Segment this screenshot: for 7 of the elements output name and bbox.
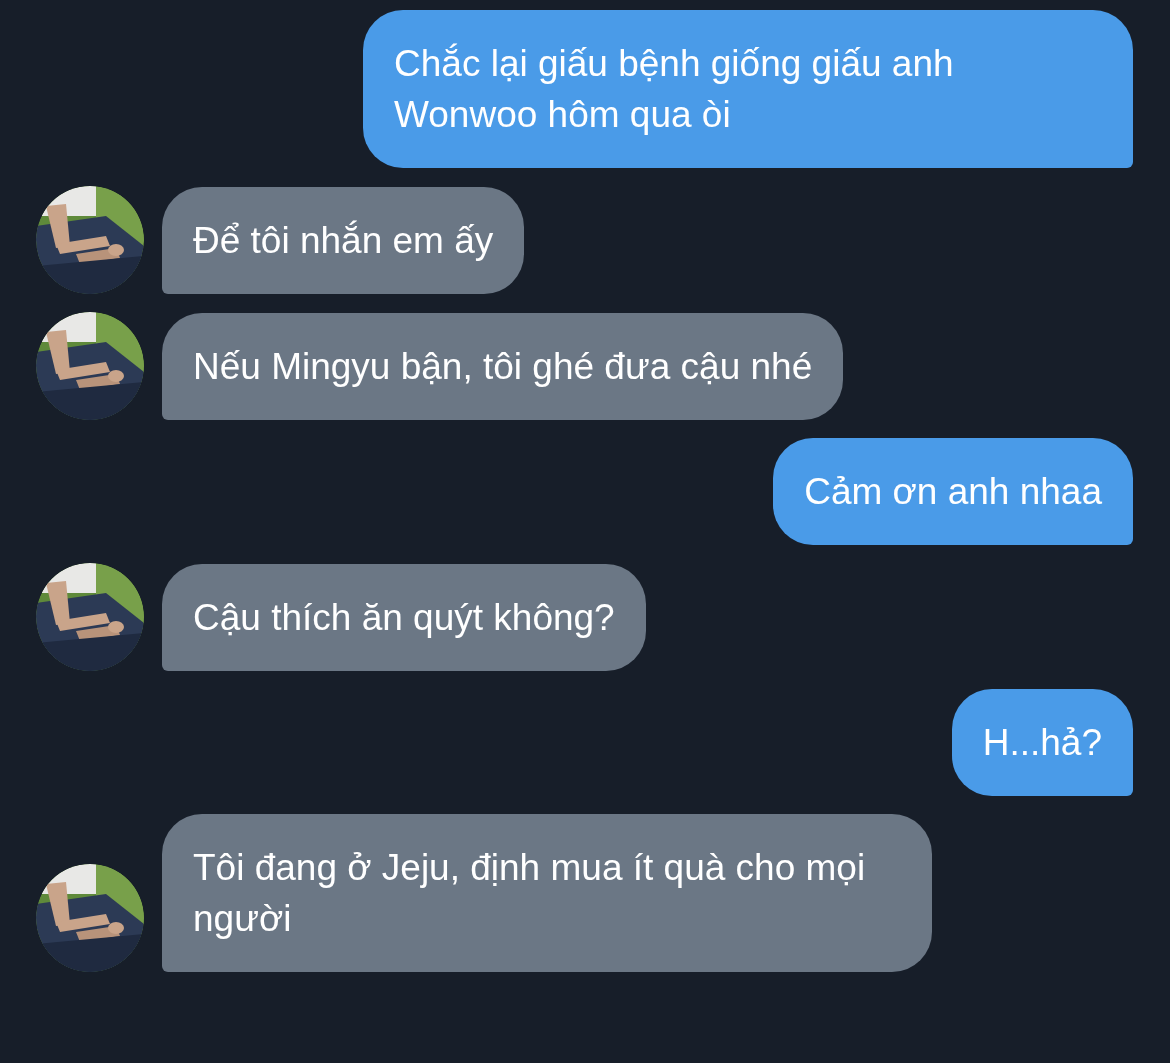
message-bubble: Nếu Mingyu bận, tôi ghé đưa cậu nhé: [162, 313, 844, 420]
message-bubble: Cảm ơn anh nhaa: [773, 438, 1133, 545]
message-bubble: Chắc lại giấu bệnh giống giấu anh Wonwoo hôm qua òi: [363, 10, 1133, 168]
message-bubble: Cậu thích ăn quýt không?: [162, 564, 646, 671]
message-bubble: Để tôi nhắn em ấy: [162, 187, 525, 294]
message-bubble: H...hả?: [951, 689, 1133, 796]
message-bubble: Tôi đang ở Jeju, định mua ít quà cho mọi người: [162, 814, 932, 972]
